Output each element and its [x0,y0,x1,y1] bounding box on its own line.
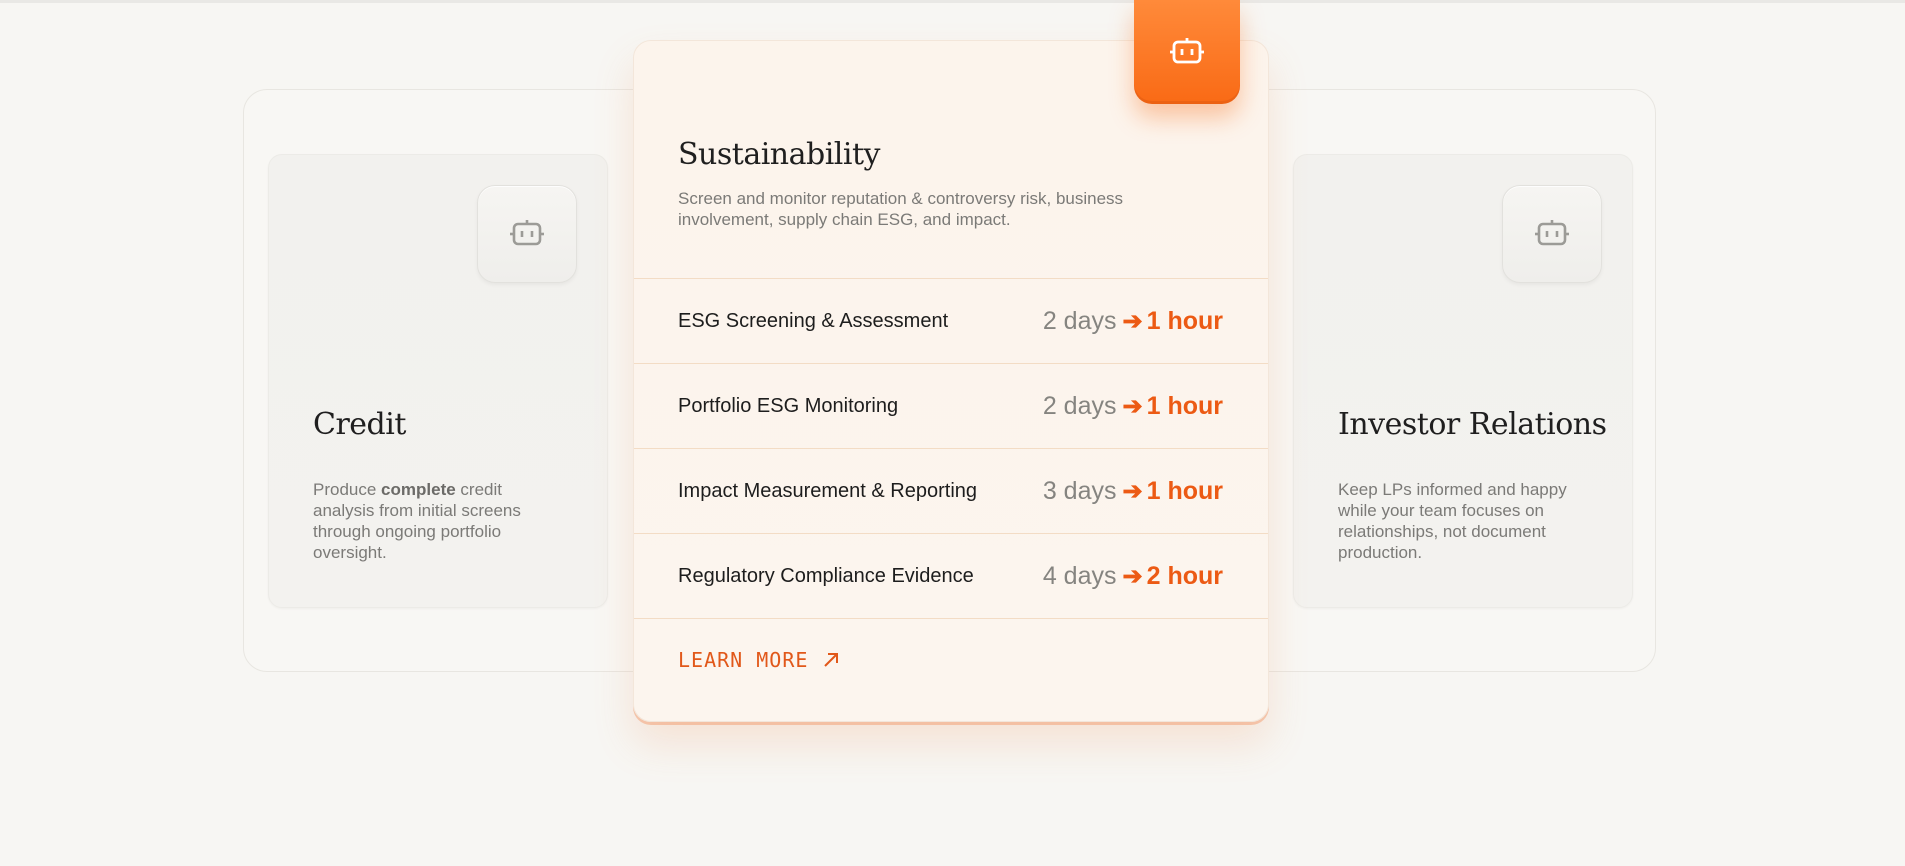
metric-row: Regulatory Compliance Evidence 4 days ➔ … [634,533,1268,618]
metric-time: 2 days ➔ 1 hour [1043,392,1223,421]
arrow-right-icon: ➔ [1122,392,1143,420]
robot-icon [1535,220,1569,246]
time-before: 3 days [1042,476,1117,505]
card-description: Keep LPs informed and happy while your t… [1338,480,1567,562]
card-credit[interactable]: Credit Produce complete credit analysis … [268,154,608,608]
time-before: 4 days [1042,561,1117,590]
card-icon-box [1502,185,1602,283]
card-sustainability[interactable]: Sustainability Screen and monitor reputa… [633,40,1269,722]
card-description: Produce complete credit analysis from in… [313,480,521,562]
metric-label: Impact Measurement & Reporting [678,479,978,502]
time-after: 2 hour [1146,561,1223,590]
time-before: 2 days [1042,306,1117,335]
metric-label: Portfolio ESG Monitoring [678,394,899,417]
robot-icon [510,220,544,246]
card-title: Sustainability [678,137,881,172]
time-after: 1 hour [1146,306,1223,335]
learn-more-link[interactable]: LEARN MORE [678,648,840,672]
card-title: Credit [313,407,406,442]
arrow-up-right-icon [824,653,839,667]
robot-icon [1170,38,1204,64]
metric-label: Regulatory Compliance Evidence [678,564,974,587]
metric-row: ESG Screening & Assessment 2 days ➔ 1 ho… [634,278,1268,363]
metric-time: 3 days ➔ 1 hour [1043,477,1223,506]
metric-row: Portfolio ESG Monitoring 2 days ➔ 1 hour [634,363,1268,448]
metric-time: 4 days ➔ 2 hour [1043,562,1223,591]
learn-more-label: LEARN MORE [678,648,809,672]
arrow-right-icon: ➔ [1122,307,1143,335]
time-after: 1 hour [1146,391,1223,420]
arrow-right-icon: ➔ [1122,562,1143,590]
metric-row: Impact Measurement & Reporting 3 days ➔ … [634,448,1268,533]
top-divider [0,0,1905,3]
card-badge [1134,0,1240,104]
card-description: Screen and monitor reputation & controve… [678,189,1124,229]
metric-label: ESG Screening & Assessment [678,309,949,332]
metric-time: 2 days ➔ 1 hour [1043,307,1223,336]
arrow-right-icon: ➔ [1122,477,1143,505]
card-investor-relations[interactable]: Investor Relations Keep LPs informed and… [1293,154,1633,608]
card-icon-box [477,185,577,283]
card-title: Investor Relations [1338,407,1607,442]
row-divider [634,618,1268,619]
time-before: 2 days [1042,391,1117,420]
time-after: 1 hour [1146,476,1223,505]
